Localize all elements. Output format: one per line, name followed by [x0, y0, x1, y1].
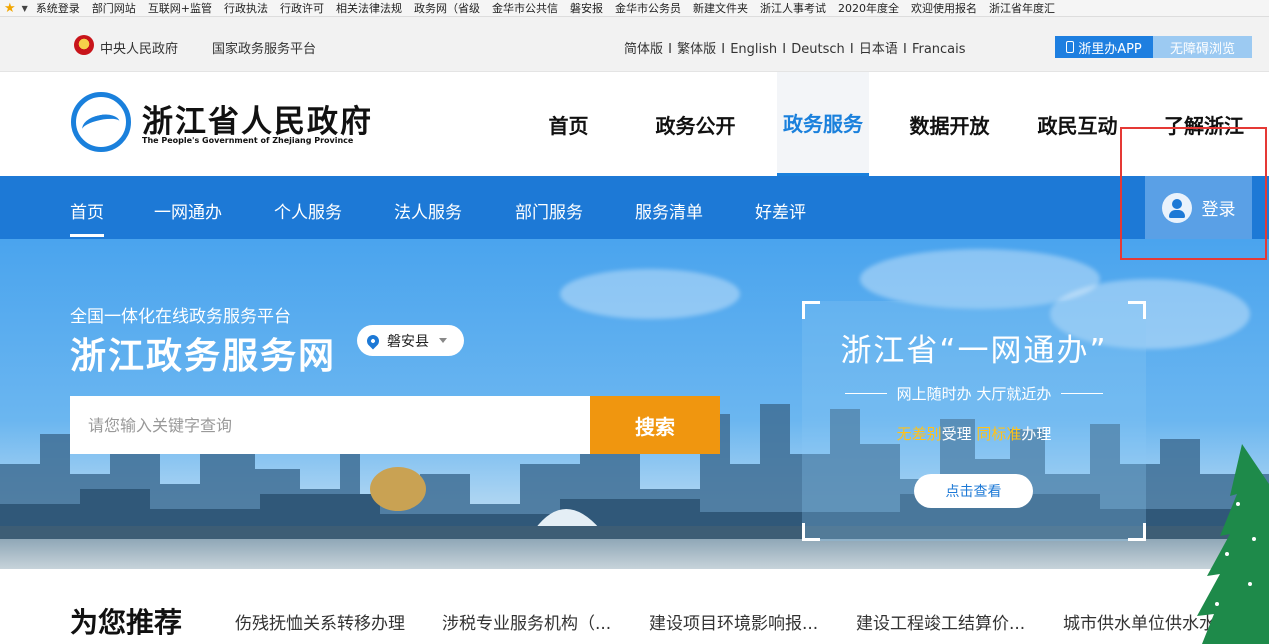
promo-highlight-1: 无差别: [896, 425, 942, 443]
main-nav-gov-services[interactable]: 政务服务: [777, 72, 869, 176]
bookmark-item[interactable]: 新建文件夹: [693, 0, 748, 16]
main-nav-interaction[interactable]: 政民互动: [1030, 72, 1125, 176]
site-title[interactable]: 浙江省人民政府: [142, 96, 373, 141]
accessibility-button[interactable]: 无障碍浏览: [1153, 36, 1252, 58]
cloud-decoration: [560, 269, 740, 319]
promo-slogan-text: 网上随时办 大厅就近办: [896, 385, 1052, 403]
accessibility-button-label: 无障碍浏览: [1169, 41, 1235, 57]
bookmark-item[interactable]: 相关法律法规: [336, 0, 402, 16]
region-label: 磐安县: [387, 333, 429, 350]
region-selector[interactable]: 磐安县: [357, 325, 464, 356]
app-button[interactable]: 浙里办APP: [1055, 36, 1153, 58]
main-nav-open-data[interactable]: 数据开放: [902, 72, 997, 176]
star-icon[interactable]: ★: [4, 1, 16, 16]
login-label: 登录: [1201, 200, 1236, 220]
corner-decoration: [802, 301, 820, 319]
chevron-down-icon: [439, 338, 447, 343]
divider-line: [1061, 393, 1104, 394]
bookmarks-bar: ★ ▼ 系统登录 部门网站 互联网+监管 行政执法 行政许可 相关法律法规 政务…: [0, 0, 1269, 17]
corner-decoration: [1128, 523, 1146, 541]
promo-highlight-2: 同标准: [976, 425, 1022, 443]
bookmark-item[interactable]: 2020年度全: [838, 0, 899, 16]
phone-icon: [1066, 41, 1075, 53]
service-nav-home[interactable]: 首页: [70, 198, 104, 237]
main-nav-gov-affairs[interactable]: 政务公开: [648, 72, 743, 176]
hero-title: 浙江政务服务网: [70, 336, 337, 377]
search-input[interactable]: [70, 396, 590, 454]
bookmark-item[interactable]: 浙江人事考试: [760, 0, 826, 16]
bookmark-item[interactable]: 金华市公务员: [615, 0, 681, 16]
view-details-button[interactable]: 点击查看: [914, 474, 1033, 508]
national-emblem-icon: [74, 35, 94, 55]
bookmark-item[interactable]: 行政执法: [224, 0, 268, 16]
promo-text-2: 办理: [1021, 425, 1052, 443]
service-nav-evaluation[interactable]: 好差评: [755, 198, 806, 223]
recommendations-section: 为您推荐 伤残抚恤关系转移办理 涉税专业服务机构（... 建设项目环境影响报..…: [0, 569, 1269, 644]
top-utility-bar: 中央人民政府 国家政务服务平台 简体版 I 繁体版 I English I De…: [0, 17, 1269, 72]
bookmark-item[interactable]: 欢迎使用报名: [911, 0, 977, 16]
bookmark-item[interactable]: 互联网+监管: [148, 0, 212, 16]
login-button[interactable]: 登录: [1145, 176, 1252, 239]
service-nav-one-stop[interactable]: 一网通办: [154, 198, 222, 223]
service-nav-personal[interactable]: 个人服务: [274, 198, 342, 223]
bookmark-item[interactable]: 浙江省年度汇: [989, 0, 1055, 16]
bookmark-item[interactable]: 系统登录: [36, 0, 80, 16]
corner-decoration: [1128, 301, 1146, 319]
bookmark-item[interactable]: 部门网站: [92, 0, 136, 16]
service-nav-service-list[interactable]: 服务清单: [635, 198, 703, 223]
christmas-tree-decoration: [1197, 444, 1269, 644]
service-nav: 首页 一网通办 个人服务 法人服务 部门服务 服务清单 好差评 登录: [0, 176, 1269, 239]
recommendation-link[interactable]: 建设工程竣工结算价...: [856, 609, 1025, 634]
site-subtitle: The People's Government of Zhejiang Prov…: [142, 136, 354, 145]
service-platform-link[interactable]: 国家政务服务平台: [212, 38, 316, 57]
recommendations-title: 为您推荐: [70, 606, 183, 639]
search-button[interactable]: 搜索: [590, 396, 720, 454]
site-logo-icon[interactable]: [71, 92, 131, 152]
dropdown-arrow-icon[interactable]: ▼: [22, 4, 28, 13]
main-nav-home[interactable]: 首页: [531, 72, 606, 176]
promo-highlight: 无差别受理 同标准办理: [802, 423, 1146, 444]
app-button-label: 浙里办APP: [1078, 41, 1142, 57]
water-decoration: [0, 539, 1269, 569]
main-nav-about-zhejiang[interactable]: 了解浙江: [1158, 72, 1250, 176]
language-switcher[interactable]: 简体版 I 繁体版 I English I Deutsch I 日本语 I Fr…: [624, 38, 966, 57]
central-gov-link[interactable]: 中央人民政府: [100, 38, 178, 57]
recommendation-link[interactable]: 建设项目环境影响报...: [649, 609, 818, 634]
site-header: 浙江省人民政府 The People's Government of Zheji…: [0, 72, 1269, 176]
user-avatar-icon: [1161, 192, 1192, 223]
location-pin-icon: [364, 332, 382, 349]
bookmark-item[interactable]: 政务网（省级: [414, 0, 480, 16]
divider-line: [844, 393, 887, 394]
promo-text-1: 受理: [941, 425, 977, 443]
recommendation-link[interactable]: 伤残抚恤关系转移办理: [235, 609, 405, 634]
service-nav-legal-entity[interactable]: 法人服务: [394, 198, 462, 223]
corner-decoration: [802, 523, 820, 541]
hero-banner: 全国一体化在线政务服务平台 浙江政务服务网 磐安县 搜索 浙江省“一网通办” 网…: [0, 239, 1269, 569]
service-nav-department[interactable]: 部门服务: [515, 198, 583, 223]
bookmark-item[interactable]: 行政许可: [280, 0, 324, 16]
promo-title: 浙江省“一网通办”: [840, 333, 1108, 369]
recommendation-link[interactable]: 涉税专业服务机构（...: [442, 609, 611, 634]
promo-slogan: 网上随时办 大厅就近办: [802, 383, 1146, 404]
one-stop-promo-card: 浙江省“一网通办” 网上随时办 大厅就近办 无差别受理 同标准办理 点击查看: [802, 301, 1146, 541]
hero-subtitle: 全国一体化在线政务服务平台: [70, 307, 291, 327]
bookmark-item[interactable]: 磐安报: [570, 0, 603, 16]
bookmark-item[interactable]: 金华市公共信: [492, 0, 558, 16]
